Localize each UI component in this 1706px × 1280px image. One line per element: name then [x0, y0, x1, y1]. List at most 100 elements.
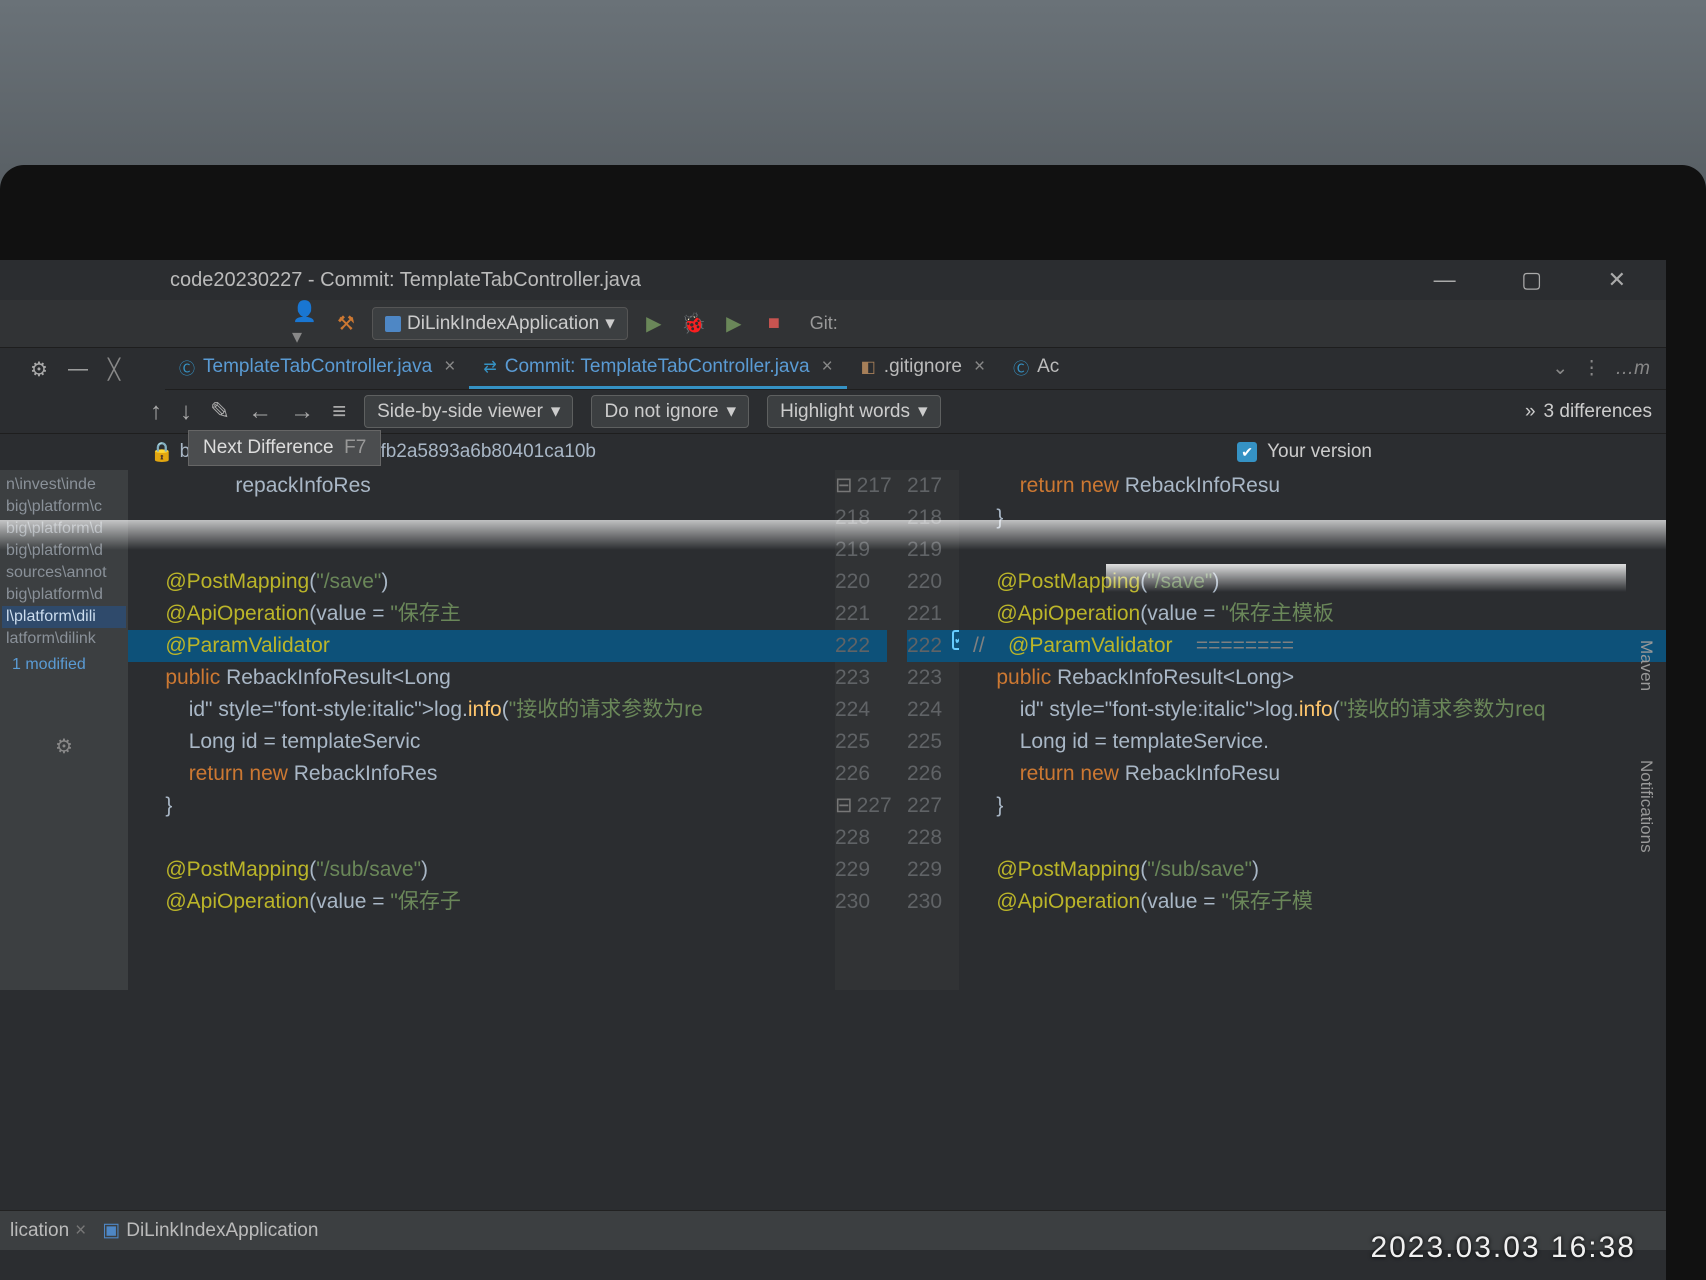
code-line[interactable] [128, 534, 835, 566]
panel-hide-icon[interactable]: ╳ [108, 357, 120, 382]
line-number: 218 [907, 502, 959, 534]
diff-toolbar: ↑ ↓ Next Difference F7 ✎ ← → ≡ Side-by-s… [0, 390, 1666, 434]
maven-tool-label[interactable]: Maven [1636, 640, 1656, 691]
code-line[interactable]: id" style="font-style:italic">log.info("… [959, 694, 1666, 726]
maximize-icon[interactable]: ▢ [1521, 267, 1542, 292]
tab-template-controller[interactable]: Ⓒ TemplateTabController.java × [165, 348, 469, 389]
list-item[interactable]: big\platform\d [2, 518, 126, 540]
line-number: 218 [835, 502, 887, 534]
code-line[interactable]: @PostMapping("/sub/save") [128, 854, 835, 886]
run-coverage-icon[interactable]: ▶ [720, 310, 748, 338]
debug-icon[interactable]: 🐞 [680, 310, 708, 338]
tab-close-icon[interactable]: × [75, 1220, 86, 1242]
chevron-down-icon: ▾ [605, 312, 615, 335]
chevron-down-icon[interactable]: ⌄ [1552, 357, 1568, 380]
more-icon[interactable]: ⋮ [1582, 357, 1601, 380]
list-icon[interactable]: ≡ [332, 398, 346, 426]
ignore-dropdown[interactable]: Do not ignore ▾ [591, 395, 749, 428]
list-item[interactable]: latform\dilink [2, 628, 126, 650]
tab-ac[interactable]: Ⓒ Ac [999, 348, 1073, 389]
minimize-icon[interactable]: — [1434, 267, 1456, 292]
list-item[interactable]: sources\annot [2, 562, 126, 584]
tab-label: Commit: TemplateTabController.java [505, 356, 810, 378]
code-line[interactable]: // @ParamValidator ======== [959, 630, 1666, 662]
code-line[interactable]: @PostMapping("/save") [128, 566, 835, 598]
code-line[interactable]: @ApiOperation(value = "保存子模 [959, 886, 1666, 918]
close-icon[interactable]: ✕ [1608, 267, 1626, 292]
diff-right-pane[interactable]: return new RebackInfoResu } @PostMapping… [959, 470, 1666, 990]
highlight-dropdown[interactable]: Highlight words▾ [767, 395, 940, 428]
code-line[interactable]: } [128, 790, 835, 822]
viewer-mode-dropdown[interactable]: Side-by-side viewer▾ [364, 395, 573, 428]
next-diff-icon[interactable]: ↓ Next Difference F7 [180, 398, 192, 426]
code-line[interactable]: repackInfoRes [128, 470, 835, 502]
user-icon[interactable]: 👤▾ [292, 310, 320, 338]
list-item[interactable]: l\platform\dili [2, 606, 126, 628]
tooltip-label: Next Difference [203, 437, 334, 458]
run-config-label: DiLinkIndexApplication [407, 313, 599, 335]
tab-close-icon[interactable]: × [444, 356, 455, 378]
tab-label: Ac [1037, 356, 1059, 378]
code-line[interactable]: return new RebackInfoResu [959, 758, 1666, 790]
line-number: 227 [907, 790, 959, 822]
code-line[interactable]: return new RebackInfoRes [128, 758, 835, 790]
line-number: 225 [907, 726, 959, 758]
line-number: 226 [835, 758, 887, 790]
lock-icon: 🔒 [150, 440, 174, 464]
app-icon: ▣ [102, 1219, 120, 1242]
diff-left-pane[interactable]: repackInfoRes @PostMapping("/save") @Api… [128, 470, 835, 990]
bottom-tab[interactable]: ▣ DiLinkIndexApplication [102, 1219, 318, 1242]
code-line[interactable]: id" style="font-style:italic">log.info("… [128, 694, 835, 726]
code-line[interactable] [959, 534, 1666, 566]
code-line[interactable]: @ApiOperation(value = "保存主模板 [959, 598, 1666, 630]
tab-close-icon[interactable]: × [974, 356, 985, 378]
nav-back-icon[interactable]: ← [248, 398, 272, 426]
list-item[interactable]: big\platform\d [2, 584, 126, 606]
code-line[interactable]: Long id = templateService. [959, 726, 1666, 758]
code-line[interactable]: @PostMapping("/save") [959, 566, 1666, 598]
line-number: 221 [907, 598, 959, 630]
code-line[interactable]: @ApiOperation(value = "保存主 [128, 598, 835, 630]
chevron-down-icon: ▾ [727, 400, 737, 423]
code-line[interactable]: } [959, 502, 1666, 534]
gitignore-icon: ◧ [861, 357, 876, 377]
code-line[interactable]: @ApiOperation(value = "保存子 [128, 886, 835, 918]
list-item[interactable]: n\invest\inde [2, 474, 126, 496]
code-line[interactable]: public RebackInfoResult<Long [128, 662, 835, 694]
notifications-tool-label[interactable]: Notifications [1636, 760, 1656, 853]
code-line[interactable]: } [959, 790, 1666, 822]
code-line[interactable]: return new RebackInfoResu [959, 470, 1666, 502]
chevron-down-icon: ▾ [551, 400, 561, 423]
dropdown-label: Do not ignore [604, 401, 718, 423]
your-version-checkbox[interactable]: ✔ [1237, 442, 1257, 462]
line-number: 229 [907, 854, 959, 886]
tab-label: .gitignore [884, 356, 962, 378]
code-line[interactable]: » @ParamValidator [128, 630, 835, 662]
code-line[interactable]: @PostMapping("/sub/save") [959, 854, 1666, 886]
right-gutter: 217218219220221222 ✔22322422522622722822… [897, 470, 959, 990]
tab-close-icon[interactable]: × [822, 356, 833, 378]
run-configuration-dropdown[interactable]: DiLinkIndexApplication ▾ [372, 307, 628, 340]
hammer-build-icon[interactable]: ⚒ [332, 310, 360, 338]
code-line[interactable] [128, 822, 835, 854]
edit-icon[interactable]: ✎ [210, 397, 230, 426]
run-icon[interactable]: ▶ [640, 310, 668, 338]
code-line[interactable]: public RebackInfoResult<Long> [959, 662, 1666, 694]
panel-minimize-icon[interactable]: — [68, 358, 88, 381]
code-line[interactable]: Long id = templateServic [128, 726, 835, 758]
expand-icon[interactable]: » [1525, 401, 1536, 423]
tab-commit-diff[interactable]: ⇄ Commit: TemplateTabController.java × [469, 348, 846, 389]
nav-forward-icon[interactable]: → [290, 398, 314, 426]
code-line[interactable] [959, 822, 1666, 854]
settings-gear-icon[interactable]: ⚙ [30, 357, 48, 382]
gear-icon[interactable]: ⚙ [2, 674, 126, 759]
prev-diff-icon[interactable]: ↑ [150, 398, 162, 426]
list-item[interactable]: big\platform\d [2, 540, 126, 562]
tab-gitignore[interactable]: ◧ .gitignore × [847, 348, 999, 389]
line-number: 226 [907, 758, 959, 790]
code-line[interactable] [128, 502, 835, 534]
bottom-tab[interactable]: lication × [10, 1220, 86, 1242]
line-number: 230 [907, 886, 959, 918]
list-item[interactable]: big\platform\c [2, 496, 126, 518]
stop-icon[interactable]: ■ [760, 310, 788, 338]
